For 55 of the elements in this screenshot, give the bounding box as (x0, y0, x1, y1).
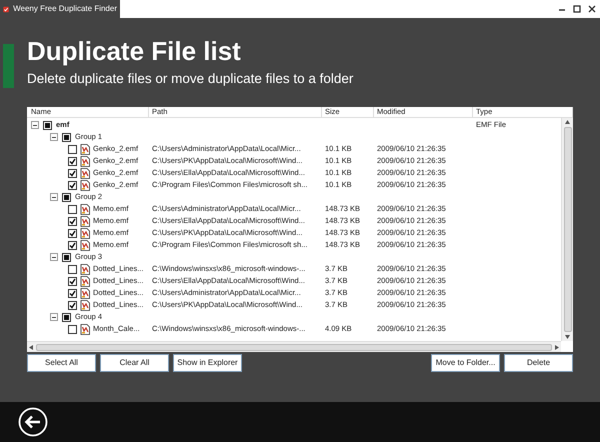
page-heading: Duplicate File list (27, 35, 242, 67)
action-button[interactable]: Delete (504, 354, 573, 372)
back-icon[interactable] (18, 407, 48, 437)
action-button[interactable]: Select All (27, 354, 96, 372)
action-button[interactable]: Clear All (100, 354, 169, 372)
window-title: Weeny Free Duplicate Finder (13, 3, 117, 15)
document-icon (80, 240, 90, 250)
checkbox[interactable] (62, 312, 71, 322)
document-icon (80, 228, 90, 238)
app-icon (3, 4, 10, 14)
checkbox[interactable] (62, 192, 71, 202)
page-subtitle: Delete duplicate files or move duplicate files to a folder (27, 70, 354, 88)
document-icon (80, 288, 90, 298)
document-icon (80, 204, 90, 214)
document-icon (80, 264, 90, 274)
checkbox[interactable] (68, 276, 77, 286)
scroll-left-icon[interactable] (29, 344, 33, 350)
scroll-down-icon[interactable] (565, 335, 570, 339)
scroll-right-icon[interactable] (555, 344, 559, 350)
checkbox[interactable] (68, 300, 77, 310)
scroll-up-icon[interactable] (565, 120, 570, 124)
collapse-icon[interactable] (50, 193, 58, 201)
checkbox[interactable] (68, 156, 77, 166)
checkbox[interactable] (62, 132, 71, 142)
collapse-icon[interactable] (50, 253, 58, 261)
action-button[interactable]: Move to Folder... (431, 354, 500, 372)
horizontal-scrollbar[interactable] (27, 341, 561, 352)
document-icon (80, 300, 90, 310)
document-icon (80, 144, 90, 154)
checkbox[interactable] (43, 120, 52, 130)
checkbox[interactable] (68, 216, 77, 226)
collapse-icon[interactable] (31, 121, 39, 129)
checkbox[interactable] (68, 180, 77, 190)
document-icon (80, 216, 90, 226)
document-icon (80, 156, 90, 166)
document-icon (80, 276, 90, 286)
document-icon (80, 168, 90, 178)
close-icon[interactable] (588, 5, 596, 13)
checkbox[interactable] (68, 324, 77, 334)
document-icon (80, 324, 90, 334)
accent-bar (3, 44, 14, 88)
checkbox[interactable] (68, 288, 77, 298)
collapse-icon[interactable] (50, 313, 58, 321)
document-icon (80, 180, 90, 190)
action-button[interactable]: Show in Explorer (173, 354, 242, 372)
checkbox[interactable] (68, 204, 77, 214)
checkbox[interactable] (68, 144, 77, 154)
collapse-icon[interactable] (50, 133, 58, 141)
vertical-scrollbar[interactable] (561, 118, 573, 341)
checkbox[interactable] (68, 168, 77, 178)
checkbox[interactable] (68, 264, 77, 274)
maximize-icon[interactable] (573, 5, 581, 13)
checkbox[interactable] (68, 240, 77, 250)
checkbox[interactable] (62, 252, 71, 262)
checkbox[interactable] (68, 228, 77, 238)
